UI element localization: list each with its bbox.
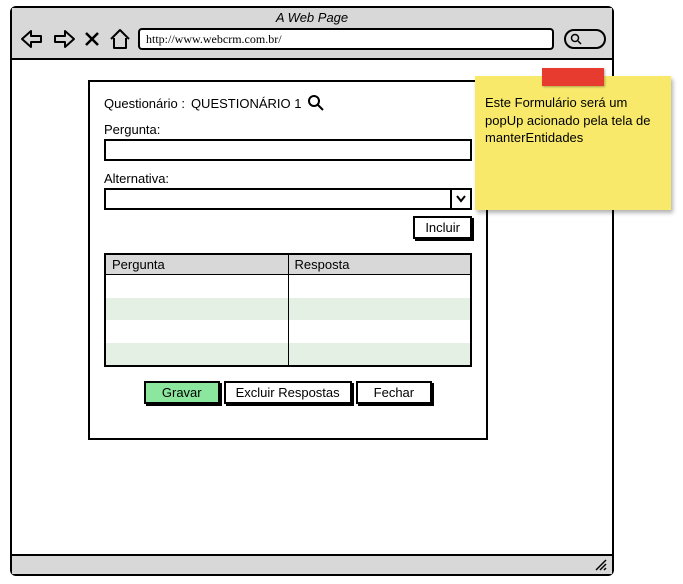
search-box[interactable] bbox=[564, 29, 606, 49]
magnifier-icon bbox=[307, 94, 325, 112]
alternativa-dropdown-button[interactable] bbox=[450, 188, 472, 210]
arrow-left-icon bbox=[20, 29, 44, 49]
lookup-button[interactable] bbox=[307, 94, 325, 112]
form-title-value: QUESTIONÁRIO 1 bbox=[191, 96, 302, 111]
col-pergunta bbox=[106, 275, 289, 365]
gravar-button[interactable]: Gravar bbox=[144, 381, 220, 404]
alternativa-combo bbox=[104, 188, 472, 210]
fechar-button[interactable]: Fechar bbox=[356, 381, 432, 404]
col-pergunta-header: Pergunta bbox=[106, 255, 289, 274]
alternativa-input[interactable] bbox=[104, 188, 450, 210]
table-row[interactable] bbox=[289, 298, 471, 321]
alternativa-label: Alternativa: bbox=[104, 171, 472, 186]
table-row[interactable] bbox=[106, 298, 288, 321]
url-input[interactable] bbox=[138, 28, 554, 50]
home-icon bbox=[108, 28, 132, 50]
table-body bbox=[106, 275, 470, 365]
sticky-tape bbox=[542, 68, 604, 86]
nav-controls bbox=[12, 25, 612, 53]
forward-button[interactable] bbox=[50, 27, 78, 51]
x-icon bbox=[84, 31, 100, 47]
col-resposta-header: Resposta bbox=[289, 255, 471, 274]
statusbar bbox=[12, 554, 612, 574]
table-row[interactable] bbox=[289, 320, 471, 343]
respostas-table: Pergunta Resposta bbox=[104, 253, 472, 367]
table-row[interactable] bbox=[289, 275, 471, 298]
pergunta-label: Pergunta: bbox=[104, 122, 472, 137]
home-button[interactable] bbox=[106, 27, 134, 51]
chevron-down-icon bbox=[456, 195, 466, 203]
search-icon bbox=[570, 33, 582, 45]
table-header: Pergunta Resposta bbox=[106, 255, 470, 275]
browser-topbar: A Web Page bbox=[12, 8, 612, 60]
table-row[interactable] bbox=[106, 343, 288, 366]
page-title: A Web Page bbox=[12, 8, 612, 25]
arrow-right-icon bbox=[52, 29, 76, 49]
table-row[interactable] bbox=[106, 275, 288, 298]
form-buttons: Gravar Excluir Respostas Fechar bbox=[104, 381, 472, 404]
back-button[interactable] bbox=[18, 27, 46, 51]
questionario-form: Questionário : QUESTIONÁRIO 1 Pergunta: … bbox=[88, 80, 488, 440]
table-row[interactable] bbox=[106, 320, 288, 343]
resize-grip-icon[interactable] bbox=[594, 558, 608, 572]
table-row[interactable] bbox=[289, 343, 471, 366]
sticky-text: Este Formulário será um popUp acionado p… bbox=[485, 94, 661, 147]
excluir-respostas-button[interactable]: Excluir Respostas bbox=[224, 381, 352, 404]
form-title: Questionário : QUESTIONÁRIO 1 bbox=[104, 94, 472, 112]
pergunta-input[interactable] bbox=[104, 139, 472, 161]
incluir-button[interactable]: Incluir bbox=[413, 216, 472, 239]
col-resposta bbox=[289, 275, 471, 365]
form-title-prefix: Questionário : bbox=[104, 96, 185, 111]
sticky-note: Este Formulário será um popUp acionado p… bbox=[475, 76, 671, 210]
stop-button[interactable] bbox=[82, 27, 102, 51]
